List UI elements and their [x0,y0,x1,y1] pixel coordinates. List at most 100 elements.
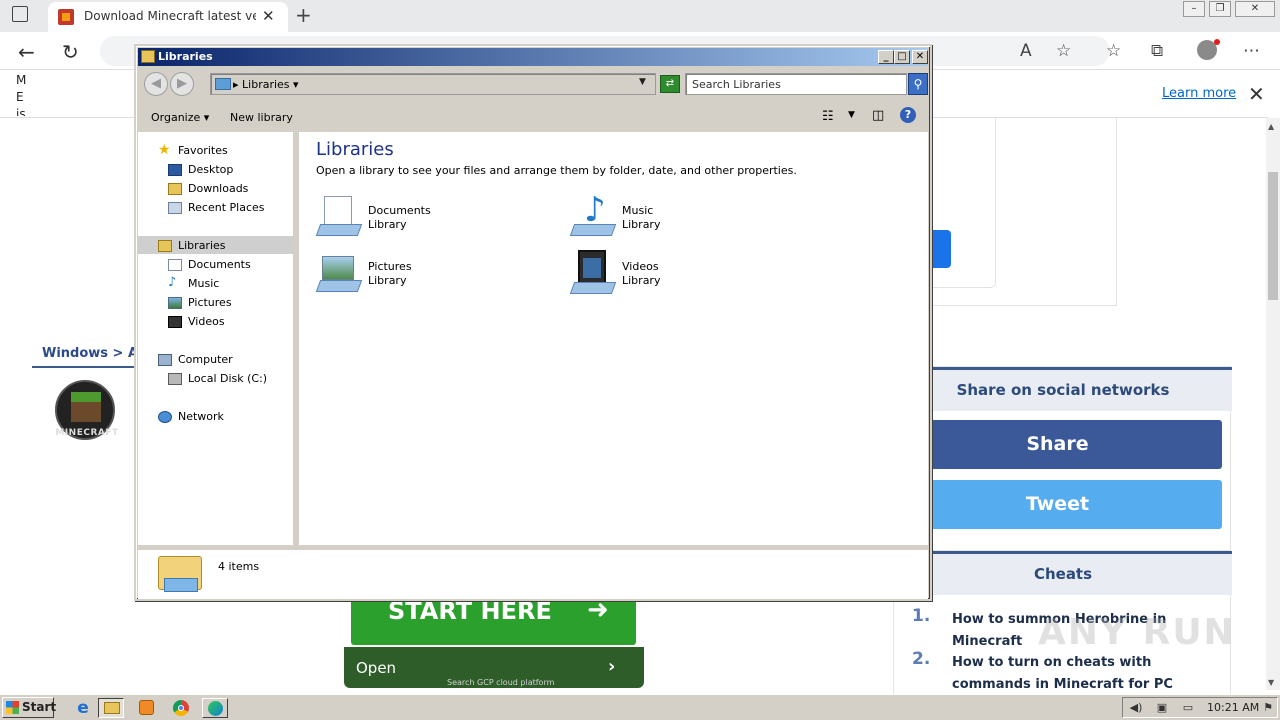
grass-block-icon [71,392,101,422]
change-view-icon[interactable]: ☷ [822,109,834,124]
star-icon: ★ [158,142,171,158]
new-tab-icon[interactable]: + [295,3,312,27]
explorer-taskbar-button[interactable] [98,698,124,718]
view-dropdown-icon[interactable]: ▼ [848,110,855,120]
pictures-library-icon [315,250,363,296]
organize-menu[interactable]: Organize ▾ [151,111,209,124]
documents-library-icon [315,194,363,240]
volume-icon[interactable]: ◀) [1129,701,1143,714]
minimize-button[interactable]: – [1183,1,1205,17]
profile-avatar[interactable] [1197,39,1220,60]
address-crumb[interactable]: ▸ Libraries ▾ [233,78,299,91]
content-pane: Libraries Open a library to see your fil… [299,132,928,545]
videos-library-icon [569,250,617,296]
tab-actions-icon[interactable] [12,6,28,22]
collections-icon[interactable]: ⧉ [1151,41,1163,61]
battery-icon[interactable]: ▭ [1181,701,1195,714]
tab-close-icon[interactable]: ✕ [262,7,275,25]
taskbar: Start e ◀) ▣ ▭ 10:21 AM ⚑ [0,694,1280,720]
browser-tab-strip: Download Minecraft latest versio ✕ + – ❐… [0,0,1280,32]
system-tray: ◀) ▣ ▭ 10:21 AM ⚑ [1122,697,1278,718]
back-button[interactable]: ◀ [144,72,168,96]
restore-button[interactable]: ❐ [1209,1,1231,17]
downloads-folder-icon [168,183,182,195]
edge-taskbar-button[interactable] [202,698,228,718]
computer-icon [158,354,172,366]
explorer-navigation-bar: ◀ ▶ ▸ Libraries ▾ ▼ ⇄ Search Libraries ⚲ [138,68,928,102]
item-count: 4 items [218,560,260,573]
cheats-panel-heading: Cheats [894,551,1232,595]
libraries-folder-icon [141,50,155,63]
logo-text: MINECRAFT [55,428,119,438]
music-library-icon: ♪ [569,190,617,240]
library-documents[interactable]: Documents Library [315,194,556,244]
anyrun-watermark: ANY RUN [1038,612,1236,653]
start-here-label: START HERE [388,597,552,625]
explorer-close-button[interactable]: ✕ [912,50,928,64]
library-videos[interactable]: Videos Library [569,250,810,300]
explorer-maximize-button[interactable]: □ [894,50,910,64]
close-window-button[interactable]: ✕ [1235,1,1275,17]
more-menu-icon[interactable]: ⋯ [1243,41,1260,61]
navigation-pane: ★ Favorites Desktop Downloads Recent Pla… [138,132,296,545]
search-icon[interactable]: ⚲ [908,73,928,95]
tweet-button[interactable]: Tweet [893,480,1222,529]
read-aloud-icon[interactable]: A [1020,41,1032,61]
desktop-icon [168,164,182,176]
library-pictures[interactable]: Pictures Library [315,250,556,300]
breadcrumb-underline [32,366,136,368]
recent-places-icon [168,202,182,214]
cheat-link[interactable]: How to turn on cheats with commands in M… [952,652,1232,696]
address-dropdown-icon[interactable]: ▼ [639,77,646,87]
ad-subtext: Search GCP cloud platform [447,678,555,687]
network-icon [158,411,172,423]
chrome-icon[interactable] [168,698,194,718]
explorer-window: Libraries _ □ ✕ ◀ ▶ ▸ Libraries ▾ ▼ ⇄ Se… [134,44,932,601]
minecraft-logo: MINECRAFT [55,380,118,440]
chevron-right-icon: › [608,656,616,677]
content-description: Open a library to see your files and arr… [316,164,797,177]
command-bar: Organize ▾ New library ☷ ▼ ◫ ? [138,104,928,130]
refresh-button[interactable]: ⇄ [660,75,680,93]
network-tray-icon[interactable]: ▣ [1155,701,1169,714]
library-music[interactable]: ♪ Music Library [569,190,810,244]
site-favicon-icon [58,9,74,25]
preview-pane-icon[interactable]: ◫ [872,108,884,123]
clock[interactable]: 10:21 AM [1207,701,1259,714]
libraries-large-icon [158,554,202,594]
start-button[interactable]: Start [2,697,56,718]
internet-explorer-icon[interactable]: e [70,698,96,718]
libraries-icon [215,78,231,90]
forward-button[interactable]: ▶ [170,72,194,96]
scrollbar-thumb[interactable] [1268,172,1278,300]
new-library-button[interactable]: New library [230,111,293,124]
refresh-icon[interactable]: ↻ [62,40,79,64]
folder-icon [104,702,120,714]
share-panel-heading: Share on social networks [894,367,1232,411]
learn-more-link[interactable]: Learn more [1162,86,1236,101]
edge-icon [208,701,223,716]
info-bar-close-icon[interactable]: ✕ [1248,82,1265,106]
help-icon[interactable]: ? [900,107,916,123]
add-favorite-icon[interactable]: ☆ [1056,41,1071,61]
browser-tab[interactable]: Download Minecraft latest versio ✕ [48,2,288,32]
content-heading: Libraries [316,139,394,160]
favorites-icon[interactable]: ☆ [1106,41,1121,61]
back-arrow-icon[interactable]: ← [18,40,35,64]
cheat-number: 2. [912,649,931,669]
explorer-title-bar[interactable]: Libraries _ □ ✕ [138,48,928,66]
videos-icon [168,316,182,328]
search-input[interactable]: Search Libraries [685,73,907,95]
scroll-down-icon[interactable]: ▼ [1268,678,1274,687]
scroll-up-icon[interactable]: ▲ [1268,122,1274,131]
explorer-title: Libraries [158,50,213,63]
libraries-icon [158,240,172,252]
music-icon: ♪ [168,275,177,290]
explorer-minimize-button[interactable]: _ [878,50,894,64]
media-player-icon[interactable] [134,698,160,718]
info-bar-text: M E is [16,73,27,116]
windows-logo-icon [6,701,19,714]
facebook-share-button[interactable]: Share [893,420,1222,469]
explorer-address-bar[interactable]: ▸ Libraries ▾ ▼ [210,73,656,95]
action-center-flag-icon[interactable]: ⚑ [1261,701,1275,714]
